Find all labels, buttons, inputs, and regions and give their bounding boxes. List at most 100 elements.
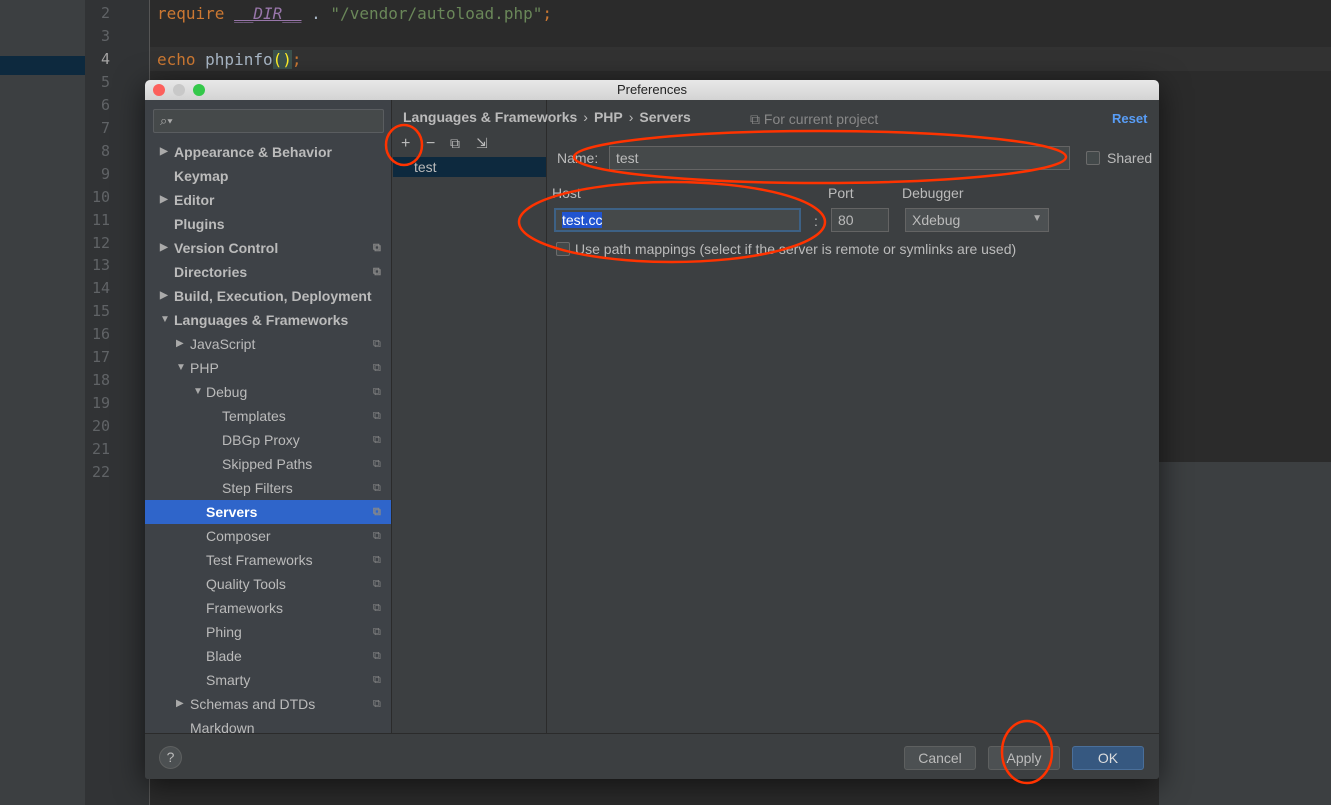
- code-line-4[interactable]: echo phpinfo();: [157, 50, 302, 69]
- close-button[interactable]: [153, 84, 165, 96]
- help-button[interactable]: ?: [159, 746, 182, 769]
- sidebar-item[interactable]: Composer ⧉: [145, 524, 391, 548]
- server-list-panel: [392, 100, 547, 733]
- sidebar-item[interactable]: Markdown: [145, 716, 391, 733]
- cancel-button[interactable]: Cancel: [904, 746, 976, 770]
- sidebar-item[interactable]: Keymap: [145, 164, 391, 188]
- shared-label: Shared: [1107, 150, 1153, 166]
- line-number: 10: [91, 187, 110, 206]
- path-mappings-label: Use path mappings (select if the server …: [575, 241, 1017, 257]
- sidebar-item[interactable]: ▶ Version Control ⧉: [145, 236, 391, 260]
- remove-server-button[interactable]: −: [426, 135, 435, 153]
- sidebar-item[interactable]: Frameworks ⧉: [145, 596, 391, 620]
- sidebar-item-label: Debug: [206, 384, 248, 400]
- expanded-arrow-icon[interactable]: ▼: [176, 356, 186, 380]
- name-input[interactable]: test: [609, 146, 1070, 170]
- sidebar-item[interactable]: ▼ Debug ⧉: [145, 380, 391, 404]
- sidebar-item[interactable]: Templates ⧉: [145, 404, 391, 428]
- collapsed-arrow-icon[interactable]: ▶: [160, 140, 168, 164]
- server-list-item[interactable]: test: [393, 157, 546, 177]
- sidebar-item[interactable]: Smarty ⧉: [145, 668, 391, 692]
- sidebar-item-label: Phing: [206, 624, 242, 640]
- sidebar-item-label: Schemas and DTDs: [190, 696, 316, 712]
- port-label: Port: [828, 185, 854, 201]
- project-scope-icon: ⧉: [373, 242, 381, 254]
- line-number: 3: [100, 26, 110, 45]
- sidebar-item[interactable]: Skipped Paths ⧉: [145, 452, 391, 476]
- collapsed-arrow-icon[interactable]: ▶: [160, 188, 168, 212]
- breadcrumb-item[interactable]: Languages & Frameworks: [403, 109, 577, 125]
- sidebar-item[interactable]: ▶ Build, Execution, Deployment: [145, 284, 391, 308]
- sidebar-item[interactable]: ▶ Editor: [145, 188, 391, 212]
- dialog-footer: ? Cancel Apply OK: [145, 733, 1159, 779]
- sidebar-item[interactable]: Quality Tools ⧉: [145, 572, 391, 596]
- copy-server-button[interactable]: ⧉: [450, 135, 460, 152]
- line-number: 12: [91, 233, 110, 252]
- sidebar-item[interactable]: ▶ Appearance & Behavior: [145, 140, 391, 164]
- sidebar-item[interactable]: ▶ Schemas and DTDs ⧉: [145, 692, 391, 716]
- import-server-button[interactable]: ⇲: [476, 135, 488, 152]
- line-number: 8: [100, 141, 110, 160]
- line-number: 11: [91, 210, 110, 229]
- path-mappings-checkbox[interactable]: [556, 242, 570, 256]
- sidebar-item-label: Appearance & Behavior: [174, 144, 332, 160]
- sidebar-item-label: Editor: [174, 192, 215, 208]
- expanded-arrow-icon[interactable]: ▼: [160, 308, 170, 332]
- add-server-button[interactable]: +: [401, 135, 410, 153]
- settings-search-input[interactable]: ⌕▾: [153, 109, 384, 133]
- debugger-select[interactable]: Xdebug ▼: [905, 208, 1049, 232]
- host-input[interactable]: test.cc: [554, 208, 801, 232]
- project-selected-row[interactable]: [0, 56, 85, 75]
- sidebar-item-label: Quality Tools: [206, 576, 286, 592]
- sidebar-item[interactable]: DBGp Proxy ⧉: [145, 428, 391, 452]
- minus-icon: −: [426, 135, 436, 152]
- sidebar-item[interactable]: Step Filters ⧉: [145, 476, 391, 500]
- expanded-arrow-icon[interactable]: ▼: [193, 380, 203, 404]
- preferences-dialog: Preferences ⌕▾ ▶ Appearance & Behavior Key…: [145, 80, 1159, 779]
- breadcrumb-item[interactable]: PHP: [594, 109, 623, 125]
- collapsed-arrow-icon[interactable]: ▶: [160, 284, 168, 308]
- line-number: 2: [100, 4, 110, 22]
- collapsed-arrow-icon[interactable]: ▶: [176, 332, 184, 356]
- sidebar-item[interactable]: Servers ⧉: [145, 500, 391, 524]
- name-label: Name:: [557, 150, 599, 166]
- sidebar-item[interactable]: Plugins: [145, 212, 391, 236]
- line-number: 7: [100, 118, 110, 137]
- sidebar-item[interactable]: Phing ⧉: [145, 620, 391, 644]
- ok-button[interactable]: OK: [1072, 746, 1144, 770]
- collapsed-arrow-icon[interactable]: ▶: [160, 236, 168, 260]
- collapsed-arrow-icon[interactable]: ▶: [176, 692, 184, 716]
- line-number: 22: [91, 463, 110, 481]
- sidebar-item-label: Keymap: [174, 168, 229, 184]
- sidebar-item[interactable]: ▼ PHP ⧉: [145, 356, 391, 380]
- breadcrumb-item[interactable]: Servers: [639, 109, 690, 125]
- sidebar-item[interactable]: ▶ JavaScript ⧉: [145, 332, 391, 356]
- code-line-2[interactable]: require __DIR__ . "/vendor/autoload.php"…: [157, 4, 552, 23]
- sidebar-item[interactable]: Directories ⧉: [145, 260, 391, 284]
- sidebar-item[interactable]: Test Frameworks ⧉: [145, 548, 391, 572]
- line-number: 17: [91, 348, 110, 367]
- shared-checkbox[interactable]: [1086, 151, 1100, 165]
- project-scope-icon: ⧉: [373, 482, 381, 494]
- project-scope-icon: ⧉: [373, 554, 381, 566]
- sidebar-item-label: Test Frameworks: [206, 552, 313, 568]
- project-scope-icon: ⧉: [373, 338, 381, 350]
- project-scope-icon: ⧉: [373, 386, 381, 398]
- sidebar-item-label: JavaScript: [190, 336, 256, 352]
- zoom-button[interactable]: [193, 84, 205, 96]
- port-input[interactable]: 80: [831, 208, 889, 232]
- sidebar-item-label: Blade: [206, 648, 242, 664]
- line-number: 14: [91, 279, 110, 298]
- minimize-button[interactable]: [173, 84, 185, 96]
- host-label: Host: [552, 185, 581, 201]
- sidebar-item[interactable]: ▼ Languages & Frameworks: [145, 308, 391, 332]
- sidebar-item-label: Composer: [206, 528, 271, 544]
- sidebar-item[interactable]: Blade ⧉: [145, 644, 391, 668]
- project-scope-icon: ⧉: [373, 530, 381, 542]
- line-gutter: 2 3 4 5 6 7 8 9 10 11 12 13 14 15 16 17 18 19 20 21 22: [85, 0, 150, 805]
- scope-label: ⧉ For current project: [750, 111, 879, 127]
- reset-link[interactable]: Reset: [1112, 111, 1147, 126]
- line-number: 20: [91, 417, 110, 436]
- breadcrumb-separator: ›: [628, 109, 634, 125]
- apply-button[interactable]: Apply: [988, 746, 1060, 770]
